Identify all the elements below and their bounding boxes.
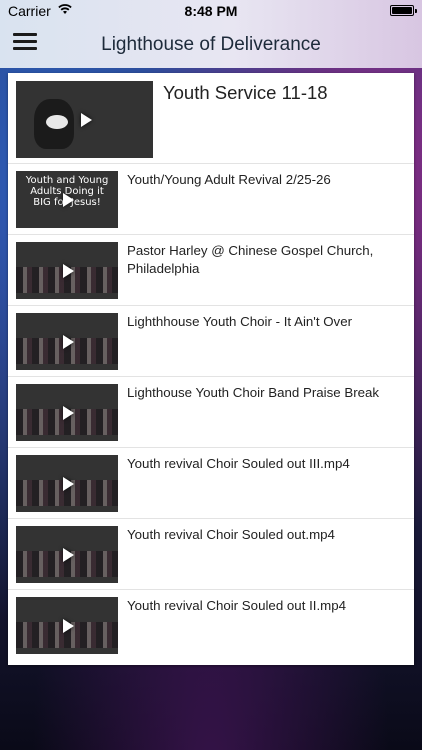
video-list-item[interactable]: Youth and Young Adults Doing it BIG for … xyxy=(8,164,414,235)
video-thumbnail[interactable] xyxy=(16,242,118,299)
video-title: Youth revival Choir Souled out II.mp4 xyxy=(127,598,347,613)
play-icon xyxy=(63,334,74,349)
video-thumbnail[interactable] xyxy=(16,81,153,158)
video-list-item[interactable]: Youth revival Choir Souled out III.mp4 xyxy=(8,448,414,519)
video-thumbnail[interactable]: Youth and Young Adults Doing it BIG for … xyxy=(16,171,118,228)
video-title: Youth Service 11-18 xyxy=(163,82,328,103)
video-title: Youth/Young Adult Revival 2/25-26 xyxy=(127,172,331,187)
status-bar: Carrier 8:48 PM xyxy=(0,0,422,22)
video-thumbnail[interactable] xyxy=(16,597,118,654)
play-icon xyxy=(63,547,74,562)
video-thumbnail[interactable] xyxy=(16,384,118,441)
video-title: Lighthouse Youth Choir Band Praise Break xyxy=(127,385,380,400)
play-icon xyxy=(63,476,74,491)
video-list-item[interactable]: Lighthhouse Youth Choir - It Ain't Over xyxy=(8,306,414,377)
navigation-bar: Carrier 8:48 PM Lighthouse of Deliveranc… xyxy=(0,0,422,68)
video-title: Youth revival Choir Souled out III.mp4 xyxy=(127,456,350,471)
play-icon xyxy=(63,192,74,207)
video-list-item[interactable]: Pastor Harley @ Chinese Gospel Church, P… xyxy=(8,235,414,306)
play-icon xyxy=(63,263,74,278)
battery-icon xyxy=(390,5,417,16)
video-list-item[interactable]: Lighthouse Youth Choir Band Praise Break xyxy=(8,377,414,448)
page-title: Lighthouse of Deliverance xyxy=(101,34,321,55)
video-thumbnail[interactable] xyxy=(16,313,118,370)
video-list: Youth Service 11-18 Youth and Young Adul… xyxy=(8,73,414,665)
video-list-item[interactable]: Youth revival Choir Souled out II.mp4 xyxy=(8,590,414,665)
status-time: 8:48 PM xyxy=(184,3,238,19)
video-title: Lighthhouse Youth Choir - It Ain't Over xyxy=(127,314,353,329)
video-thumbnail[interactable] xyxy=(16,455,118,512)
video-thumbnail[interactable] xyxy=(16,526,118,583)
video-title: Youth revival Choir Souled out.mp4 xyxy=(127,527,335,542)
video-list-item[interactable]: Youth revival Choir Souled out.mp4 xyxy=(8,519,414,590)
play-icon xyxy=(80,112,92,127)
video-list-item[interactable]: Youth Service 11-18 xyxy=(8,73,414,164)
play-icon xyxy=(63,618,74,633)
play-icon xyxy=(63,405,74,420)
video-title: Pastor Harley @ Chinese Gospel Church, P… xyxy=(127,243,374,276)
